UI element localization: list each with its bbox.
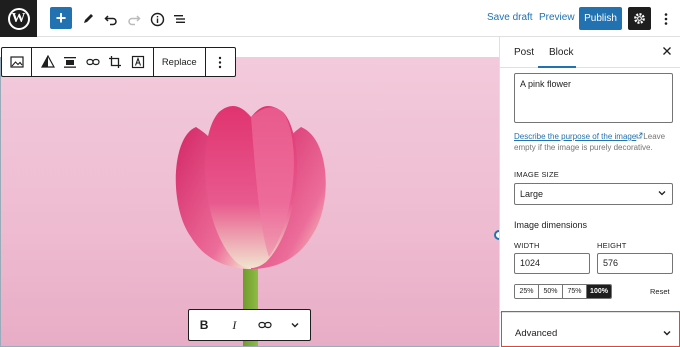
chevron-down-icon bbox=[663, 331, 671, 336]
block-type-button[interactable] bbox=[2, 48, 31, 76]
block-toolbar: Replace bbox=[1, 47, 236, 77]
describe-purpose-link[interactable]: Describe the purpose of the image bbox=[514, 132, 636, 141]
width-input[interactable]: 1024 bbox=[514, 253, 590, 274]
text-overlay-icon bbox=[131, 55, 144, 69]
settings-sidebar: Post Block A pink flower Describe the pu… bbox=[499, 37, 680, 347]
info-icon bbox=[150, 12, 164, 26]
list-view-icon bbox=[174, 15, 185, 23]
undo-button[interactable] bbox=[100, 8, 122, 30]
caption-link-button[interactable] bbox=[252, 311, 278, 339]
gear-icon bbox=[634, 13, 645, 24]
italic-icon: I bbox=[232, 317, 237, 332]
more-vertical-icon bbox=[664, 13, 668, 25]
duotone-icon bbox=[40, 55, 55, 68]
advanced-panel-toggle[interactable]: Advanced bbox=[501, 311, 680, 347]
block-options-button[interactable] bbox=[206, 48, 235, 76]
text-overlay-button[interactable] bbox=[126, 48, 149, 76]
tulip-image bbox=[175, 105, 326, 346]
align-icon bbox=[64, 57, 77, 68]
plus-icon: + bbox=[55, 8, 67, 28]
bold-icon: B bbox=[199, 318, 209, 332]
crop-button[interactable] bbox=[104, 48, 127, 76]
replace-button[interactable]: Replace bbox=[154, 48, 205, 76]
reset-button[interactable]: Reset bbox=[650, 287, 670, 296]
add-block-button[interactable]: + bbox=[50, 7, 72, 29]
italic-button[interactable]: I bbox=[221, 311, 247, 339]
save-draft-button[interactable]: Save draft bbox=[487, 12, 533, 23]
image-dimensions-title: Image dimensions bbox=[514, 220, 588, 230]
settings-button[interactable] bbox=[628, 7, 651, 30]
image-icon bbox=[10, 56, 24, 68]
height-input[interactable]: 576 bbox=[597, 253, 673, 274]
undo-icon bbox=[104, 15, 117, 26]
editor-canvas bbox=[0, 37, 504, 347]
list-view-button[interactable] bbox=[169, 8, 191, 30]
align-button[interactable] bbox=[59, 48, 82, 76]
scale-50-button[interactable]: 50% bbox=[539, 285, 563, 298]
pencil-icon bbox=[84, 14, 93, 23]
scale-100-button[interactable]: 100% bbox=[587, 285, 611, 298]
caption-format-toolbar: B I bbox=[188, 309, 311, 341]
scale-25-button[interactable]: 25% bbox=[515, 285, 539, 298]
tab-post[interactable]: Post bbox=[514, 47, 534, 58]
tab-block[interactable]: Block bbox=[549, 47, 573, 58]
image-size-select[interactable]: Large bbox=[514, 183, 673, 205]
redo-icon bbox=[128, 15, 141, 26]
publish-button[interactable]: Publish bbox=[579, 7, 622, 30]
wordpress-logo-button[interactable]: W bbox=[0, 0, 37, 37]
redo-button[interactable] bbox=[123, 8, 145, 30]
link-icon bbox=[258, 321, 272, 329]
link-button[interactable] bbox=[81, 48, 104, 76]
more-formatting-button[interactable] bbox=[282, 311, 308, 339]
duotone-button[interactable] bbox=[36, 48, 59, 76]
alt-text-field[interactable]: A pink flower bbox=[514, 73, 673, 123]
tools-button[interactable] bbox=[77, 8, 99, 30]
sidebar-tabs: Post Block bbox=[500, 37, 680, 68]
link-icon bbox=[85, 58, 100, 66]
image-size-value: Large bbox=[520, 189, 544, 199]
active-tab-indicator bbox=[538, 66, 576, 68]
scale-button-group: 25% 50% 75% 100% bbox=[514, 284, 612, 299]
preview-button[interactable]: Preview bbox=[539, 12, 575, 23]
advanced-label: Advanced bbox=[515, 328, 558, 339]
editor-top-bar: W + Save draft Preview Publish bbox=[0, 0, 680, 37]
wordpress-icon: W bbox=[7, 7, 30, 30]
image-size-label: IMAGE SIZE bbox=[514, 170, 559, 179]
bold-button[interactable]: B bbox=[191, 311, 217, 339]
toolbar-divider bbox=[31, 48, 33, 76]
alt-text-help: Describe the purpose of the image Leave e… bbox=[514, 131, 674, 153]
details-button[interactable] bbox=[146, 8, 168, 30]
chevron-down-icon bbox=[658, 191, 666, 196]
chevron-down-icon bbox=[291, 323, 299, 328]
crop-icon bbox=[109, 56, 122, 68]
image-block[interactable] bbox=[0, 57, 499, 347]
more-vertical-icon bbox=[219, 56, 222, 68]
close-icon[interactable] bbox=[660, 44, 674, 58]
height-label: HEIGHT bbox=[597, 241, 627, 250]
width-label: WIDTH bbox=[514, 241, 540, 250]
options-button[interactable] bbox=[655, 8, 677, 30]
scale-75-button[interactable]: 75% bbox=[563, 285, 587, 298]
